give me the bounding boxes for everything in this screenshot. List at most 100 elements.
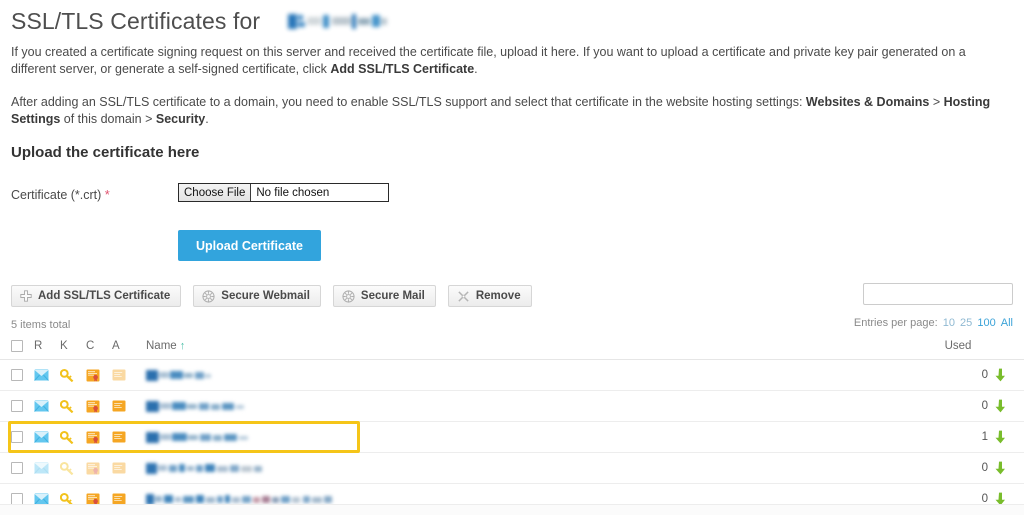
flag-cell-k[interactable] [60, 359, 86, 392]
certificate-plain-icon[interactable] [112, 431, 138, 443]
items-total-count: 5 items total [11, 319, 71, 331]
mail-icon[interactable] [34, 369, 60, 381]
row-select-cell[interactable] [0, 452, 34, 485]
download-cell[interactable] [988, 359, 1024, 392]
certificate-name-cell[interactable] [138, 452, 928, 485]
certificate-field-row: Certificate (*.crt) * Choose File No fil… [11, 183, 1013, 202]
table-row[interactable]: 1 [0, 421, 1024, 454]
certificate-label-text: Certificate (*.crt) [11, 188, 102, 202]
download-cell[interactable] [988, 390, 1024, 423]
table-header-row: R K C A Name ↑ Used [0, 340, 1024, 361]
certificate-plain-icon[interactable] [112, 369, 138, 381]
select-all-checkbox[interactable] [11, 340, 23, 352]
key-icon[interactable] [60, 368, 86, 382]
certificate-name-cell[interactable] [138, 390, 928, 423]
download-cell[interactable] [988, 421, 1024, 454]
certificate-plain-icon[interactable] [112, 462, 138, 474]
entries-option-all[interactable]: All [1001, 317, 1013, 329]
certificate-plain-icon[interactable] [112, 400, 138, 412]
certificate-icon[interactable] [86, 462, 112, 475]
add-ssl-tls-certificate-button[interactable]: Add SSL/TLS Certificate [11, 285, 182, 307]
entries-option-10[interactable]: 10 [943, 317, 955, 329]
column-header-c[interactable]: C [86, 340, 112, 361]
intro-p2-text-c: . [205, 112, 209, 126]
table-row[interactable]: 0 [0, 390, 1024, 423]
column-header-k[interactable]: K [60, 340, 86, 361]
certificate-name-cell[interactable] [138, 421, 928, 454]
secure-mail-button[interactable]: Secure Mail [332, 285, 436, 307]
flag-cell-k[interactable] [60, 421, 86, 454]
flag-cell-c[interactable] [86, 452, 112, 485]
row-select-cell[interactable] [0, 421, 34, 454]
used-count-cell: 0 [928, 359, 988, 392]
websites-domains-reference: Websites & Domains [805, 95, 930, 109]
entries-per-page: Entries per page: 10 25 100 All [854, 317, 1013, 329]
row-checkbox[interactable] [11, 462, 23, 475]
flag-cell-a[interactable] [112, 452, 138, 485]
download-arrow-icon[interactable] [995, 430, 1006, 444]
plus-icon [20, 290, 32, 302]
row-select-cell[interactable] [0, 359, 34, 392]
globe-icon [202, 289, 215, 303]
select-all-header[interactable] [0, 340, 34, 361]
file-status-text: No file chosen [256, 186, 330, 199]
mail-icon[interactable] [34, 431, 60, 443]
upload-certificate-button[interactable]: Upload Certificate [178, 230, 321, 261]
remove-x-icon [457, 290, 470, 303]
flag-cell-r[interactable] [34, 421, 60, 454]
intro-p2-text-a: After adding an SSL/TLS certificate to a… [11, 95, 806, 109]
redacted-certificate-name [146, 369, 215, 382]
certificate-icon[interactable] [86, 431, 112, 444]
download-arrow-icon[interactable] [995, 399, 1006, 413]
key-icon[interactable] [60, 461, 86, 475]
flag-cell-a[interactable] [112, 359, 138, 392]
download-cell[interactable] [988, 452, 1024, 485]
entries-option-25[interactable]: 25 [960, 317, 972, 329]
download-arrow-icon[interactable] [995, 368, 1006, 382]
flag-cell-a[interactable] [112, 421, 138, 454]
entries-option-100[interactable]: 100 [977, 317, 995, 329]
flag-cell-c[interactable] [86, 421, 112, 454]
page-title: SSL/TLS Certificates for [11, 7, 261, 34]
flag-cell-r[interactable] [34, 452, 60, 485]
table-row[interactable]: 0 [0, 359, 1024, 392]
mail-icon[interactable] [34, 400, 60, 412]
certificate-name-cell[interactable] [138, 359, 928, 392]
column-header-a[interactable]: A [112, 340, 138, 361]
intro-text: If you created a certificate signing req… [0, 44, 1024, 128]
flag-cell-c[interactable] [86, 359, 112, 392]
certificate-file-input[interactable]: Choose File No file chosen [178, 183, 389, 202]
certificate-icon[interactable] [86, 369, 112, 382]
certificate-icon[interactable] [86, 400, 112, 413]
search-box[interactable] [863, 283, 1024, 305]
mail-icon[interactable] [34, 462, 60, 474]
column-header-name-label: Name [146, 340, 177, 353]
used-count-cell: 1 [928, 421, 988, 454]
column-header-used[interactable]: Used [928, 340, 988, 361]
row-checkbox[interactable] [11, 431, 23, 444]
row-select-cell[interactable] [0, 390, 34, 423]
download-arrow-icon[interactable] [995, 461, 1006, 475]
column-header-r[interactable]: R [34, 340, 60, 361]
add-certificate-reference: Add SSL/TLS Certificate [330, 62, 475, 76]
choose-file-button[interactable]: Choose File [179, 184, 252, 201]
flag-cell-c[interactable] [86, 390, 112, 423]
flag-cell-r[interactable] [34, 390, 60, 423]
intro-p1-text-b: . [474, 62, 478, 76]
flag-cell-a[interactable] [112, 390, 138, 423]
table-row[interactable]: 0 [0, 452, 1024, 485]
flag-cell-k[interactable] [60, 390, 86, 423]
secure-webmail-button[interactable]: Secure Webmail [193, 285, 321, 307]
row-checkbox[interactable] [11, 369, 23, 382]
flag-cell-r[interactable] [34, 359, 60, 392]
remove-button[interactable]: Remove [447, 285, 532, 307]
certificates-table: R K C A Name ↑ Used 00100 [0, 340, 1024, 515]
key-icon[interactable] [60, 399, 86, 413]
redacted-certificate-name [146, 462, 266, 475]
key-icon[interactable] [60, 430, 86, 444]
search-input[interactable] [864, 284, 1024, 304]
flag-cell-k[interactable] [60, 452, 86, 485]
intro-p1-text-a: If you created a certificate signing req… [11, 45, 966, 76]
row-checkbox[interactable] [11, 400, 23, 413]
column-header-name[interactable]: Name ↑ [138, 340, 928, 361]
